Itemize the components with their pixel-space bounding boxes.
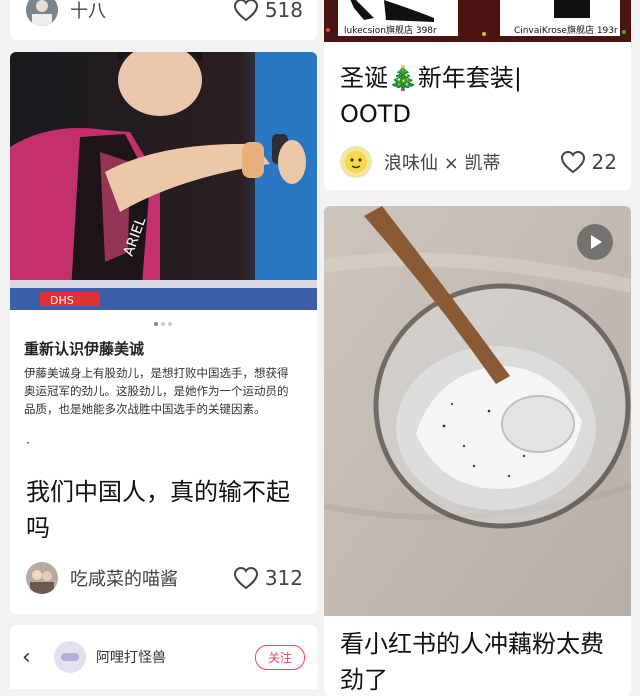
shop-label-right: CinvaiKrose旗舰店 193r [514, 24, 618, 36]
note-cover-image[interactable] [324, 206, 631, 616]
avatar[interactable] [26, 562, 58, 594]
carousel-indicator [154, 322, 172, 326]
banner-text: DHS [50, 294, 74, 307]
note-cover-image[interactable]: lukecsion旗舰店 398r CinvaiKrose旗舰店 193r [324, 0, 631, 42]
article-mark: · [26, 436, 30, 450]
author-name[interactable]: 阿哩打怪兽 [96, 647, 255, 667]
author-name[interactable]: 吃咸菜的喵酱 [70, 565, 233, 591]
note-card-top-left[interactable]: 十八 518 [10, 0, 317, 40]
play-icon[interactable] [577, 224, 613, 260]
like-count: 518 [264, 0, 303, 22]
avatar[interactable] [340, 146, 372, 178]
note-card-article[interactable]: DHS ARIEL 重新认识伊藤美诚 伊藤美诚身上有股劲儿，是想打败中国选手，想… [10, 52, 317, 614]
avatar[interactable] [26, 0, 58, 26]
heart-icon [560, 150, 585, 174]
like-count: 312 [264, 566, 303, 590]
note-card-outfit[interactable]: lukecsion旗舰店 398r CinvaiKrose旗舰店 193r 圣诞… [324, 0, 631, 190]
note-meta: 十八 518 [10, 0, 317, 30]
heart-icon [233, 0, 258, 22]
author-name[interactable]: 浪味仙 × 凯蒂 [384, 149, 560, 175]
like-button[interactable]: 22 [560, 150, 617, 174]
note-detail-header: ‹ 阿哩打怪兽 关注 [10, 625, 317, 689]
like-button[interactable]: 518 [233, 0, 303, 22]
article-body: 伊藤美诚身上有股劲儿，是想打败中国选手，想获得奥运冠军的劲儿。这股劲儿，是她作为… [24, 366, 289, 416]
back-arrow-icon[interactable]: ‹ [22, 645, 44, 670]
note-card-video[interactable]: 看小红书的人冲藕粉太费劲了 [324, 206, 631, 696]
avatar[interactable] [54, 641, 86, 673]
note-cover-image[interactable]: DHS ARIEL [10, 52, 317, 310]
article-title: 重新认识伊藤美诚 [24, 340, 145, 358]
note-title: 圣诞🎄新年套装| OOTD [340, 64, 522, 128]
heart-icon [233, 566, 258, 590]
note-meta: 吃咸菜的喵酱 312 [10, 558, 317, 598]
author-name[interactable]: 十八 [70, 0, 233, 23]
note-title: 看小红书的人冲藕粉太费劲了 [340, 630, 604, 694]
note-title: 我们中国人，真的输不起吗 [26, 478, 290, 542]
follow-button[interactable]: 关注 [254, 644, 305, 670]
like-count: 22 [591, 150, 617, 174]
note-meta: 浪味仙 × 凯蒂 22 [324, 142, 631, 182]
like-button[interactable]: 312 [233, 566, 303, 590]
shop-label-left: lukecsion旗舰店 398r [344, 24, 437, 36]
